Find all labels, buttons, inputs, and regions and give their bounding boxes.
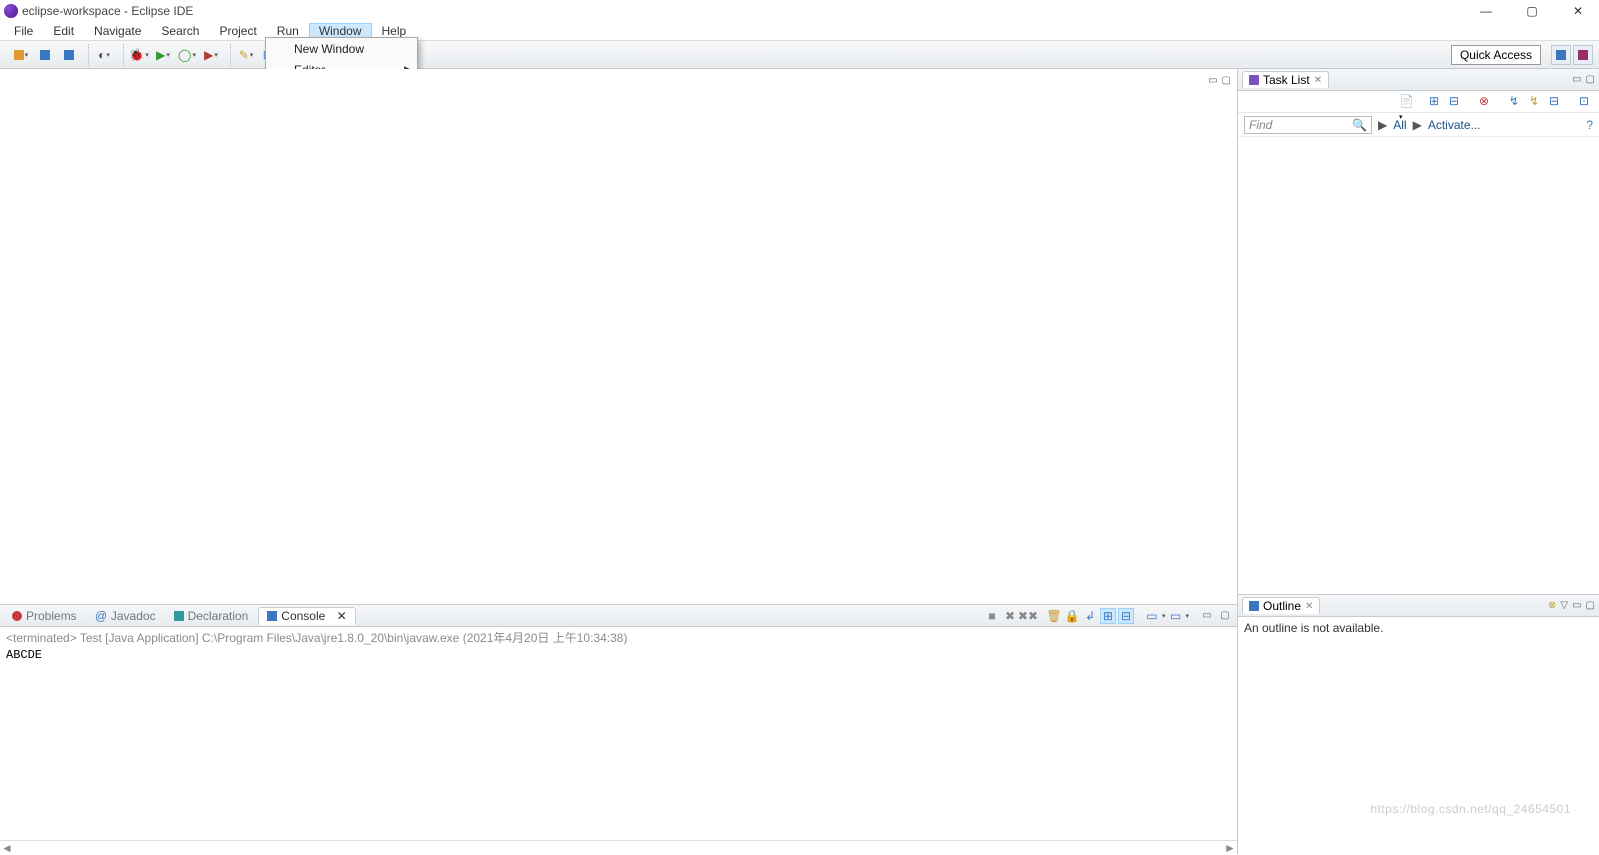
categorize-button[interactable]: ⊞ xyxy=(1429,94,1445,110)
tab-declaration[interactable]: Declaration xyxy=(166,608,257,624)
menu-edit[interactable]: Edit xyxy=(43,23,84,39)
sync-changed-button[interactable]: ↯ xyxy=(1529,94,1545,110)
close-icon[interactable]: ✕ xyxy=(1305,601,1313,612)
focus-button[interactable]: ⊗ xyxy=(1548,600,1556,611)
view-menu-button[interactable]: ▽ xyxy=(1560,600,1568,611)
find-placeholder: Find xyxy=(1249,118,1272,132)
open-perspective-button[interactable] xyxy=(1551,45,1571,65)
pin-console-button[interactable]: ⊞ xyxy=(1100,608,1116,624)
task-find-row: Find 🔍 ▶ All ▶ Activate... ? xyxy=(1238,113,1599,137)
editor-maximize-icon[interactable]: ▢ xyxy=(1222,75,1231,86)
main-toolbar: ▾ ◐▾ 🐞▾ ▶▾ ◯▾ ▶▾ ✎▾ ⊞▾ ⊡▾ ↶ ⇦▾ ⇨▾ Quick … xyxy=(0,41,1599,69)
focus-task-button[interactable]: ⊗ xyxy=(1479,94,1495,110)
close-button[interactable]: ✕ xyxy=(1569,4,1587,18)
save-all-button[interactable] xyxy=(58,44,80,66)
expand-icon[interactable]: ▶ xyxy=(1413,118,1422,132)
menu-search[interactable]: Search xyxy=(151,23,209,39)
main-area: ▭ ▢ Problems @Javadoc Declaration Consol… xyxy=(0,69,1237,854)
bottom-pane: Problems @Javadoc Declaration Console ✕ … xyxy=(0,604,1237,854)
view-minimize-icon[interactable]: ▭ xyxy=(1572,600,1581,611)
window-controls: — ▢ ✕ xyxy=(1477,4,1595,18)
task-find-input[interactable]: Find 🔍 xyxy=(1244,116,1372,134)
editor-area: ▭ ▢ xyxy=(0,69,1237,604)
sync-button[interactable]: ↯ xyxy=(1509,94,1525,110)
skip-breakpoints-button[interactable]: ◐▾ xyxy=(93,44,115,66)
expand-icon[interactable]: ▶ xyxy=(1378,118,1387,132)
scroll-lock-button[interactable]: 🔒 xyxy=(1064,608,1080,624)
javadoc-icon: @ xyxy=(95,609,107,623)
declaration-icon xyxy=(174,611,184,621)
word-wrap-button[interactable]: ↲ xyxy=(1082,608,1098,624)
watermark: https://blog.csdn.net/qq_24654501 xyxy=(1370,802,1571,816)
new-task-button[interactable]: 📄▾ xyxy=(1399,94,1415,110)
search-icon: 🔍 xyxy=(1352,118,1367,132)
help-icon[interactable]: ? xyxy=(1586,118,1593,132)
minimize-button[interactable]: — xyxy=(1477,4,1495,18)
quick-access[interactable]: Quick Access xyxy=(1451,45,1541,65)
view-maximize-icon[interactable]: ▢ xyxy=(1586,74,1595,85)
run-button[interactable]: ▶▾ xyxy=(152,44,174,66)
show-console-button[interactable]: ⊟ xyxy=(1118,608,1134,624)
coverage-button[interactable]: ◯▾ xyxy=(176,44,198,66)
collapse-all-button[interactable]: ⊟ xyxy=(1549,94,1565,110)
view-menu-button[interactable]: ⊡ xyxy=(1579,94,1595,110)
activate-link[interactable]: Activate... xyxy=(1428,118,1481,132)
problems-icon xyxy=(12,611,22,621)
tab-javadoc[interactable]: @Javadoc xyxy=(87,608,164,624)
tab-console[interactable]: Console ✕ xyxy=(258,607,355,625)
task-list-header: Task List ✕ ▭ ▢ xyxy=(1238,69,1599,91)
tab-outline[interactable]: Outline ✕ xyxy=(1242,597,1320,614)
debug-button[interactable]: 🐞▾ xyxy=(128,44,150,66)
scroll-right-icon[interactable]: ► xyxy=(1223,841,1237,855)
close-icon[interactable]: ✕ xyxy=(337,609,347,623)
new-class-button[interactable]: ✎▾ xyxy=(235,44,257,66)
task-list-toolbar: 📄▾ ⊞ ⊟ ⊗ ↯ ↯ ⊟ ⊡ xyxy=(1238,91,1599,113)
display-selected-button[interactable]: ▭ xyxy=(1144,608,1160,624)
menubar: File Edit Navigate Search Project Run Wi… xyxy=(0,22,1599,41)
console-output[interactable]: ABCDE xyxy=(0,648,1237,840)
console-toolbar: ■ ✖ ✖✖ 🗑 🔒 ↲ ⊞ ⊟ ▭▾ ▭▾ ▭ ▢ xyxy=(984,608,1233,624)
menu-file[interactable]: File xyxy=(4,23,43,39)
java-perspective-button[interactable] xyxy=(1573,45,1593,65)
new-button[interactable]: ▾ xyxy=(10,44,32,66)
view-minimize-icon[interactable]: ▭ xyxy=(1572,74,1581,85)
right-column: Task List ✕ ▭ ▢ 📄▾ ⊞ ⊟ ⊗ ↯ ↯ ⊟ ⊡ Find xyxy=(1237,69,1599,854)
eclipse-icon xyxy=(4,4,18,18)
save-button[interactable] xyxy=(34,44,56,66)
menu-item-new-window[interactable]: New Window xyxy=(266,38,417,59)
clear-console-button[interactable]: 🗑 xyxy=(1046,608,1062,624)
ext-tools-button[interactable]: ▶▾ xyxy=(200,44,222,66)
editor-minimize-icon[interactable]: ▭ xyxy=(1208,75,1217,86)
view-minimize-icon[interactable]: ▭ xyxy=(1199,608,1215,624)
menu-navigate[interactable]: Navigate xyxy=(84,23,151,39)
task-list-body xyxy=(1238,137,1599,594)
view-maximize-icon[interactable]: ▢ xyxy=(1586,600,1595,611)
maximize-button[interactable]: ▢ xyxy=(1523,4,1541,18)
scroll-left-icon[interactable]: ◄ xyxy=(0,841,14,855)
workbench: ▭ ▢ Problems @Javadoc Declaration Consol… xyxy=(0,69,1599,854)
outline-body-text: An outline is not available. xyxy=(1238,617,1599,854)
tab-task-list[interactable]: Task List ✕ xyxy=(1242,71,1329,88)
window-title: eclipse-workspace - Eclipse IDE xyxy=(22,4,193,18)
console-icon xyxy=(267,611,277,621)
menu-project[interactable]: Project xyxy=(209,23,266,39)
outline-header: Outline ✕ ⊗ ▽ ▭ ▢ xyxy=(1238,595,1599,617)
tab-problems[interactable]: Problems xyxy=(4,608,85,624)
bottom-tabs: Problems @Javadoc Declaration Console ✕ … xyxy=(0,605,1237,627)
titlebar: eclipse-workspace - Eclipse IDE — ▢ ✕ xyxy=(0,0,1599,22)
open-console-button[interactable]: ▭ xyxy=(1167,608,1183,624)
perspective-switcher xyxy=(1551,45,1593,65)
task-list-icon xyxy=(1249,75,1259,85)
console-status: <terminated> Test [Java Application] C:\… xyxy=(0,627,1237,648)
terminate-button[interactable]: ■ xyxy=(984,608,1000,624)
close-icon[interactable]: ✕ xyxy=(1314,75,1322,86)
all-link[interactable]: All xyxy=(1393,118,1406,132)
outline-icon xyxy=(1249,601,1259,611)
remove-launch-button[interactable]: ✖ xyxy=(1002,608,1018,624)
view-maximize-icon[interactable]: ▢ xyxy=(1217,608,1233,624)
horizontal-scrollbar[interactable]: ◄ ► xyxy=(0,840,1237,854)
filter-scheduled-button[interactable]: ⊟ xyxy=(1449,94,1465,110)
remove-all-button[interactable]: ✖✖ xyxy=(1020,608,1036,624)
